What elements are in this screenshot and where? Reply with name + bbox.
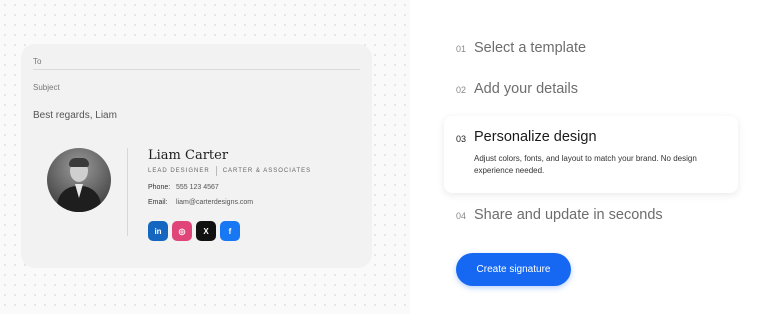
to-label: To (33, 57, 42, 66)
title-separator (215, 166, 217, 176)
facebook-icon[interactable]: f (220, 221, 240, 241)
subject-label: Subject (33, 83, 60, 92)
subject-field[interactable]: Subject (33, 70, 360, 96)
signature-job-title: LEAD DESIGNER (148, 168, 210, 174)
step-number: 03 (456, 134, 467, 144)
social-icons: in ◎ X f (148, 221, 240, 241)
step-number: 01 (456, 44, 467, 54)
step-title: Personalize design (474, 129, 597, 145)
email-label: Email: (148, 199, 168, 206)
avatar (47, 148, 111, 212)
email-value[interactable]: liam@carterdesigns.com (176, 199, 253, 206)
step-title: Select a template (474, 40, 587, 56)
step-description: Adjust colors, fonts, and layout to matc… (474, 154, 697, 175)
to-field[interactable]: To (33, 44, 360, 70)
email-preview-card: To Subject Best regards, Liam Liam Carte… (21, 44, 372, 268)
signature-phone: Phone: 555 123 4567 (148, 184, 219, 191)
step-title: Share and update in seconds (474, 207, 663, 223)
phone-label: Phone: (148, 184, 171, 191)
step-title: Add your details (474, 81, 578, 97)
step-personalize-design[interactable]: 03 Personalize design Adjust colors, fon… (444, 116, 738, 193)
step-select-template[interactable]: 01 Select a template (456, 40, 586, 56)
step-number: 02 (456, 85, 467, 95)
signature-title-line: LEAD DESIGNER CARTER & ASSOCIATES (148, 166, 311, 176)
step-add-details[interactable]: 02 Add your details (456, 81, 578, 97)
email-closing: Best regards, Liam (33, 110, 117, 121)
step-number: 04 (456, 211, 467, 221)
signature-company: CARTER & ASSOCIATES (222, 168, 312, 174)
signature-email: Email: liam@carterdesigns.com (148, 199, 253, 206)
step-share-update[interactable]: 04 Share and update in seconds (456, 207, 663, 223)
create-signature-button[interactable]: Create signature (456, 253, 571, 286)
phone-value: 555 123 4567 (176, 184, 219, 191)
x-icon[interactable]: X (196, 221, 216, 241)
linkedin-icon[interactable]: in (148, 221, 168, 241)
signature-divider (127, 148, 128, 236)
signature-name: Liam Carter (148, 148, 229, 163)
instagram-icon[interactable]: ◎ (172, 221, 192, 241)
